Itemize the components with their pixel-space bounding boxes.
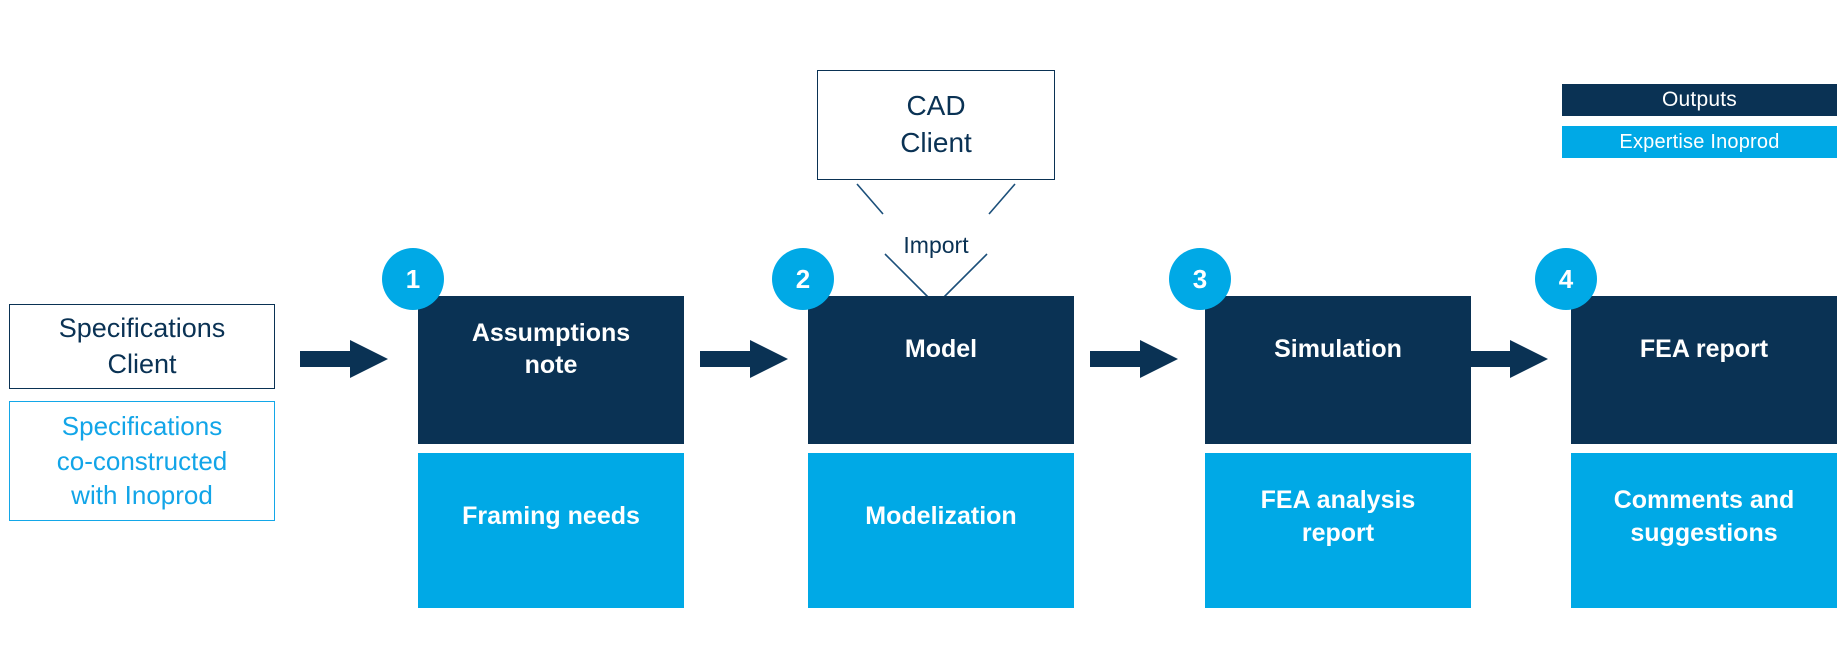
stage-number-badge-3: 3 <box>1169 248 1231 310</box>
stage-number-3: 3 <box>1192 263 1208 294</box>
legend-label-outputs: Outputs <box>1662 88 1737 111</box>
legend-item-expertise: Expertise Inoprod <box>1562 126 1837 158</box>
stage-expertise-box-3: FEA analysis report <box>1205 453 1471 608</box>
stage-output-label-1: Assumptions note <box>471 318 631 380</box>
stage-output-box-1: Assumptions note <box>418 296 684 444</box>
stage-output-label-3: Simulation <box>1274 334 1402 363</box>
process-flow-diagram: Outputs Expertise Inoprod Specifications… <box>0 0 1837 650</box>
import-text: Import <box>903 232 969 258</box>
stage-1: 1 Assumptions note Framing needs <box>382 248 684 608</box>
stage-output-box-3: Simulation <box>1205 296 1471 444</box>
legend-label-expertise: Expertise Inoprod <box>1619 130 1780 153</box>
input-box-coconstructed-specifications: Specifications co-constructed with Inoprod <box>9 401 275 521</box>
stage-expertise-box-2: Modelization <box>808 453 1074 608</box>
stage-number-badge-4: 4 <box>1535 248 1597 310</box>
stage-2: 2 Model Modelization <box>772 248 1074 608</box>
flow-arrow-stage-3-to-4 <box>1460 340 1548 378</box>
stage-output-box-2: Model <box>808 296 1074 444</box>
cad-client-label: CAD Client <box>900 90 972 158</box>
flow-arrow-input-to-stage-1 <box>300 340 388 378</box>
flow-arrow-stage-1-to-2 <box>700 340 788 378</box>
stage-expertise-label-3: FEA analysis report <box>1260 486 1416 547</box>
legend: Outputs Expertise Inoprod <box>1562 84 1837 158</box>
import-label: Import <box>817 232 1055 259</box>
stage-output-box-4: FEA report <box>1571 296 1837 444</box>
stage-expertise-label-1: Framing needs <box>462 502 640 531</box>
stage-3: 3 Simulation FEA analysis report <box>1169 248 1471 608</box>
client-inputs-column: Specifications Client Specifications co-co… <box>9 304 275 521</box>
stage-expertise-box-4: Comments and suggestions <box>1571 453 1837 608</box>
stage-output-label-2: Model <box>904 334 978 363</box>
input-label-coconstructed-specifications: Specifications co-constructed with Inoprod <box>56 411 228 511</box>
stage-number-4: 4 <box>1558 263 1574 294</box>
stage-4: 4 FEA report Comments and suggestions <box>1535 248 1837 608</box>
stage-expertise-label-4: Comments and suggestions <box>1613 486 1795 547</box>
cad-client-source-box: CAD Client <box>817 70 1055 180</box>
stage-number-2: 2 <box>795 263 811 294</box>
stage-output-label-4: FEA report <box>1639 334 1769 363</box>
stage-expertise-box-1: Framing needs <box>418 453 684 608</box>
legend-item-outputs: Outputs <box>1562 84 1837 116</box>
stage-expertise-label-2: Modelization <box>865 502 1017 531</box>
stage-number-badge-1: 1 <box>382 248 444 310</box>
input-label-client-specifications: Specifications Client <box>58 312 226 379</box>
flow-arrow-stage-2-to-3 <box>1090 340 1178 378</box>
stage-number-badge-2: 2 <box>772 248 834 310</box>
stage-number-1: 1 <box>405 263 421 294</box>
input-box-client-specifications: Specifications Client <box>9 304 275 389</box>
